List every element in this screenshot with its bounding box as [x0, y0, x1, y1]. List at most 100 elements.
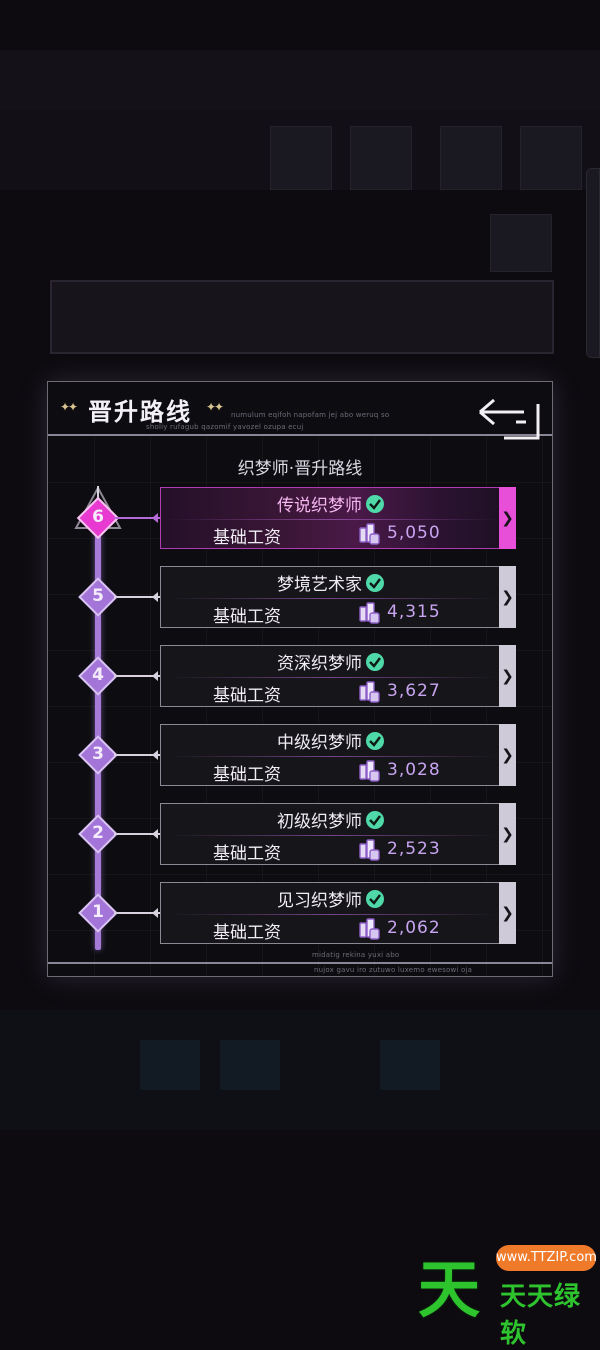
- expand-arrow-button[interactable]: ❯: [499, 645, 516, 707]
- decorative-caption: numulum eqifoh napofam jej abo weruq so: [231, 411, 390, 419]
- rank-card[interactable]: 传说织梦师基础工资 5,050 ❯: [160, 487, 516, 549]
- background-lower-item: [220, 1040, 280, 1090]
- watermark-url: www.TTZIP.com: [496, 1245, 597, 1271]
- rank-title: 见习织梦师: [277, 891, 362, 911]
- check-circle-icon: [366, 574, 384, 592]
- connector-chevron: [152, 750, 158, 760]
- salary-label: 基础工资: [213, 844, 281, 864]
- expand-arrow-button[interactable]: ❯: [499, 566, 516, 628]
- salary-label: 基础工资: [213, 686, 281, 706]
- rank-card[interactable]: 资深织梦师基础工资 3,627 ❯: [160, 645, 516, 707]
- level-number: 1: [92, 902, 104, 922]
- promotion-route-dialog: ✦✦ 晋升路线 ✦✦ numulum eqifoh napofam jej ab…: [47, 381, 553, 977]
- watermark-text: 天天绿软: [500, 1282, 582, 1349]
- background-lower-area: [0, 1010, 600, 1130]
- background-lower-item: [140, 1040, 200, 1090]
- salary-value: 3,028: [387, 760, 441, 780]
- return-arrow-icon: [479, 398, 540, 440]
- decorative-caption: midatig rekina yuxi abo: [312, 951, 400, 959]
- background-panel: [50, 280, 554, 354]
- card-divider: [167, 677, 499, 678]
- coin-stack-icon: [359, 918, 380, 940]
- chevron-right-icon: ❯: [501, 904, 514, 922]
- salary-label: 基础工资: [213, 607, 281, 627]
- decorative-caption: nujox gavu iro zutuwo luxemo ewesowi oja: [314, 966, 473, 974]
- check-circle-icon: [366, 890, 384, 908]
- rank-title: 梦境艺术家: [277, 575, 362, 595]
- background-lower-item: [380, 1040, 440, 1090]
- connector-chevron: [152, 513, 158, 523]
- rank-title-row: 中级织梦师: [161, 728, 501, 753]
- card-divider: [167, 914, 499, 915]
- salary-label: 基础工资: [213, 923, 281, 943]
- salary-label: 基础工资: [213, 528, 281, 548]
- card-divider: [167, 756, 499, 757]
- check-circle-icon: [366, 732, 384, 750]
- salary-value: 5,050: [387, 523, 441, 543]
- connector-chevron: [152, 671, 158, 681]
- chevron-right-icon: ❯: [501, 588, 514, 606]
- salary-value: 4,315: [387, 602, 441, 622]
- background-top-bar: [0, 50, 600, 110]
- check-circle-icon: [366, 653, 384, 671]
- connector-chevron: [152, 592, 158, 602]
- card-divider: [167, 598, 499, 599]
- rank-card[interactable]: 中级织梦师基础工资 3,028 ❯: [160, 724, 516, 786]
- background-card: [350, 126, 412, 190]
- rank-title: 初级织梦师: [277, 812, 362, 832]
- dialog-header: ✦✦ 晋升路线 ✦✦ numulum eqifoh napofam jej ab…: [48, 382, 552, 440]
- rank-title: 中级织梦师: [277, 733, 362, 753]
- check-circle-icon: [366, 495, 384, 513]
- card-divider: [167, 519, 499, 520]
- rank-card[interactable]: 梦境艺术家基础工资 4,315 ❯: [160, 566, 516, 628]
- rank-title: 传说织梦师: [277, 496, 362, 516]
- rank-title-row: 梦境艺术家: [161, 570, 501, 595]
- coin-stack-icon: [359, 760, 380, 782]
- level-number: 4: [92, 665, 104, 685]
- salary-value: 2,523: [387, 839, 441, 859]
- rank-card[interactable]: 初级织梦师基础工资 2,523 ❯: [160, 803, 516, 865]
- card-divider: [167, 835, 499, 836]
- chevron-right-icon: ❯: [501, 667, 514, 685]
- rank-card[interactable]: 见习织梦师基础工资 2,062 ❯: [160, 882, 516, 944]
- salary-label: 基础工资: [213, 765, 281, 785]
- expand-arrow-button[interactable]: ❯: [499, 803, 516, 865]
- level-number: 2: [92, 823, 104, 843]
- route-subtitle: 织梦师·晋升路线: [237, 459, 363, 479]
- background-card: [490, 214, 552, 272]
- dialog-title: 晋升路线: [88, 398, 192, 426]
- coin-stack-icon: [359, 523, 380, 545]
- coin-stack-icon: [359, 681, 380, 703]
- background-card: [520, 126, 582, 190]
- background-card: [270, 126, 332, 190]
- coin-stack-icon: [359, 602, 380, 624]
- background-side-tab: [586, 168, 600, 358]
- decorative-caption: sholiy rufagub qazomif yavozel ozupa ecu…: [146, 423, 304, 431]
- coin-stack-icon: [359, 839, 380, 861]
- dialog-footer-divider: [48, 962, 552, 964]
- salary-value: 2,062: [387, 918, 441, 938]
- level-number: 3: [92, 744, 104, 764]
- rank-title-row: 初级织梦师: [161, 807, 501, 832]
- watermark-logo: 天: [418, 1253, 481, 1326]
- chevron-right-icon: ❯: [501, 825, 514, 843]
- chevron-right-icon: ❯: [501, 746, 514, 764]
- level-number: 5: [92, 586, 104, 606]
- connector-chevron: [152, 908, 158, 918]
- level-number: 6: [92, 507, 104, 527]
- expand-arrow-button[interactable]: ❯: [499, 882, 516, 944]
- background-card: [440, 126, 502, 190]
- connector-chevron: [152, 829, 158, 839]
- salary-value: 3,627: [387, 681, 441, 701]
- expand-arrow-button[interactable]: ❯: [499, 724, 516, 786]
- back-button[interactable]: [476, 396, 542, 440]
- rank-title-row: 见习织梦师: [161, 886, 501, 911]
- rank-title-row: 传说织梦师: [161, 491, 501, 516]
- sparkle-icon: ✦✦: [206, 400, 224, 414]
- check-circle-icon: [366, 811, 384, 829]
- chevron-right-icon: ❯: [501, 509, 514, 527]
- rank-title: 资深织梦师: [277, 654, 362, 674]
- expand-arrow-button[interactable]: ❯: [499, 487, 516, 549]
- rank-title-row: 资深织梦师: [161, 649, 501, 674]
- sparkle-icon: ✦✦: [60, 400, 78, 414]
